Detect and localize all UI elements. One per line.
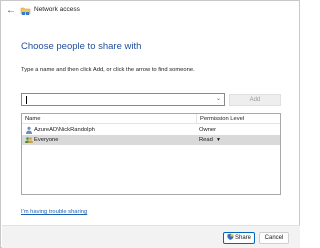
dialog-footer (2, 225, 300, 248)
user-icon (26, 126, 32, 134)
trouble-sharing-link[interactable]: I'm having trouble sharing (21, 209, 87, 215)
list-row[interactable]: AzureAD\NickRandolph Owner (22, 125, 280, 135)
column-header-permission[interactable]: Permission Level (196, 114, 244, 123)
add-button[interactable]: Add (229, 94, 281, 106)
uac-shield-icon (227, 233, 234, 240)
page-heading: Choose people to share with (21, 41, 142, 52)
network-access-dialog: ← Network access Choose people to share … (0, 0, 300, 248)
row-name: Everyone (34, 137, 59, 143)
cancel-button[interactable]: Cancel (259, 232, 289, 244)
dropdown-arrow-icon[interactable]: ▼ (216, 137, 221, 143)
group-icon (25, 137, 33, 143)
sharing-list: Name Permission Level AzureAD\NickRandol… (21, 113, 281, 195)
share-label: Share (234, 235, 251, 241)
permission-dropdown[interactable]: Read (199, 137, 213, 143)
list-header: Name Permission Level (22, 114, 280, 124)
title-bar: ← Network access (1, 1, 299, 21)
window-title: Network access (34, 6, 80, 13)
name-combo-box[interactable]: ⌄ (21, 93, 225, 106)
row-permission: Owner (199, 127, 217, 133)
instruction-text: Type a name and then click Add, or click… (21, 67, 195, 73)
share-button[interactable]: Share (223, 232, 255, 244)
network-folder-icon (20, 7, 31, 15)
back-arrow-icon[interactable]: ← (5, 5, 17, 17)
chevron-down-icon[interactable]: ⌄ (216, 95, 221, 102)
text-caret (26, 96, 27, 104)
list-row-selected[interactable]: Everyone Read ▼ (22, 135, 280, 145)
column-header-name[interactable]: Name (25, 116, 40, 122)
row-name: AzureAD\NickRandolph (34, 127, 95, 133)
